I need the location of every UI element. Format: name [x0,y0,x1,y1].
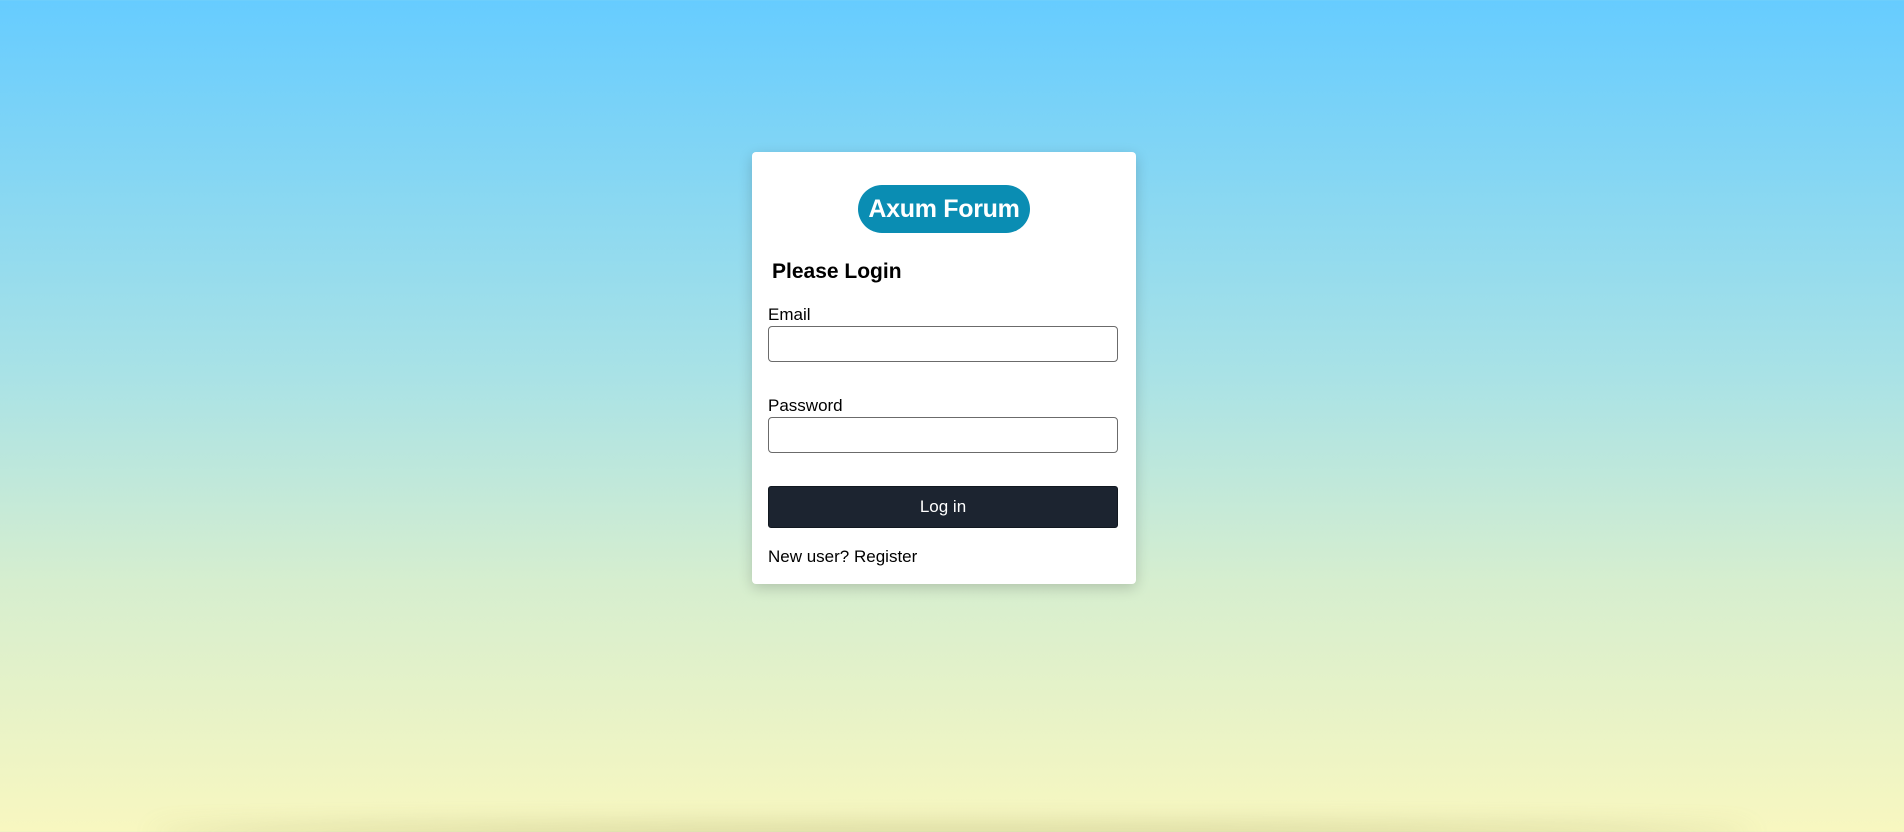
password-label: Password [768,396,843,415]
new-user-text: New user? [768,547,850,566]
page-title: Please Login [772,260,902,283]
site-logo[interactable]: Axum Forum [858,185,1030,233]
login-card: Axum Forum Please Login Email Password L… [752,152,1136,584]
password-field[interactable] [768,417,1118,453]
login-button[interactable]: Log in [768,486,1118,528]
email-label: Email [768,305,811,324]
logo-container: Axum Forum [768,185,1120,233]
register-link[interactable]: Register [854,547,917,566]
email-field[interactable] [768,326,1118,362]
register-prompt: New user? Register [768,547,1120,567]
